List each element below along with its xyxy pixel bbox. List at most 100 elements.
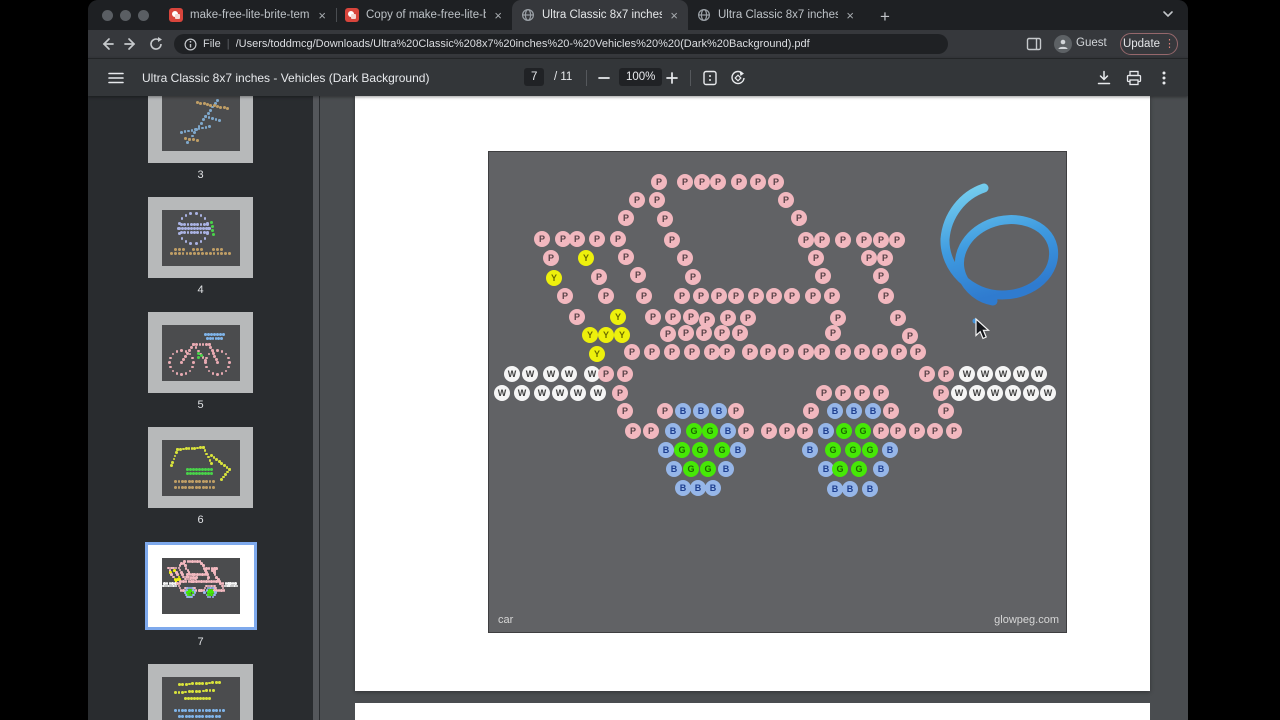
mini-peg-dot — [218, 119, 221, 122]
browser-menu-icon[interactable]: ⋮ — [1164, 40, 1175, 48]
mini-peg-dot — [220, 252, 223, 255]
url-bar[interactable]: File | /Users/toddmcg/Downloads/Ultra%20… — [174, 34, 948, 54]
mini-peg-dot — [212, 596, 215, 599]
mini-peg-dot — [195, 690, 198, 693]
guest-profile-label[interactable]: Guest — [1076, 37, 1107, 49]
print-icon[interactable] — [1122, 66, 1146, 90]
tab-ultra-classic-active[interactable]: Ultra Classic 8x7 inches - Vehi × — [512, 0, 688, 30]
mini-peg-dot — [201, 252, 204, 255]
mini-peg-dot — [212, 372, 215, 375]
tab-make-free-lite-brite-template[interactable]: make-free-lite-brite-template × — [160, 0, 336, 30]
peg-p: P — [569, 231, 585, 247]
pdf-document-title: Ultra Classic 8x7 inches - Vehicles (Dar… — [142, 71, 429, 85]
peg-p: P — [649, 192, 665, 208]
page-7-thumbnail-selected[interactable] — [145, 542, 257, 630]
reload-button[interactable] — [145, 33, 167, 55]
mini-peg-dot — [211, 225, 214, 228]
profile-avatar-icon[interactable] — [1054, 35, 1072, 53]
page-3-thumbnail[interactable] — [148, 96, 253, 163]
peg-p: P — [674, 288, 690, 304]
page-6-thumbnail[interactable] — [148, 427, 253, 508]
mini-peg-dot — [220, 478, 223, 481]
sidebar-scrollbar[interactable] — [313, 96, 319, 720]
peg-p: P — [760, 344, 776, 360]
menu-hamburger-icon[interactable] — [104, 66, 128, 90]
forward-button[interactable] — [120, 33, 142, 55]
mini-peg-dot — [195, 242, 198, 245]
mini-peg-dot — [215, 118, 218, 121]
peg-p: P — [645, 309, 661, 325]
peg-p: P — [664, 344, 680, 360]
window-close-button[interactable] — [102, 10, 113, 21]
file-scheme-label: File — [203, 38, 221, 50]
mini-peg-dot — [193, 252, 196, 255]
page-number-input[interactable]: 7 — [524, 68, 544, 86]
zoom-in-icon[interactable] — [660, 66, 684, 90]
peg-w: W — [977, 366, 993, 382]
mini-peg-dot — [184, 709, 187, 712]
tab-copy-of-make-free-lite-brite[interactable]: Copy of make-free-lite-brite-te × — [336, 0, 512, 30]
peg-w: W — [1040, 385, 1056, 401]
zoom-out-icon[interactable] — [592, 66, 616, 90]
tab-close-icon[interactable]: × — [317, 9, 327, 22]
window-zoom-button[interactable] — [138, 10, 149, 21]
peg-p: P — [728, 403, 744, 419]
tab-close-icon[interactable]: × — [669, 9, 679, 22]
mini-peg-dot — [198, 709, 201, 712]
mini-peg-dot — [228, 252, 231, 255]
side-panel-icon[interactable] — [1026, 36, 1042, 52]
mini-peg-dot — [178, 480, 181, 483]
mini-peg-dot — [178, 486, 181, 489]
mini-peg-dot — [188, 138, 191, 141]
zoom-level-value[interactable]: 100% — [619, 68, 662, 86]
peg-p: P — [815, 268, 831, 284]
more-options-icon[interactable] — [1152, 66, 1176, 90]
peg-p: P — [629, 192, 645, 208]
fit-to-page-icon[interactable] — [698, 66, 722, 90]
tab-close-icon[interactable]: × — [493, 9, 503, 22]
mini-peg-dot — [170, 252, 173, 255]
peg-p: P — [732, 325, 748, 341]
mini-peg-dot — [176, 350, 179, 353]
mini-peg-dot — [190, 596, 193, 599]
peg-b: B — [675, 403, 691, 419]
peg-p: P — [714, 325, 730, 341]
mini-peg-dot — [174, 709, 177, 712]
peg-w: W — [570, 385, 586, 401]
mini-peg-dot — [195, 346, 198, 349]
window-minimize-button[interactable] — [120, 10, 131, 21]
peg-p: P — [624, 344, 640, 360]
info-icon[interactable] — [184, 38, 197, 51]
rotate-icon[interactable] — [726, 66, 750, 90]
thumbnail-column: 3 4 5 6 7 — [88, 96, 313, 720]
page-4-thumbnail[interactable] — [148, 197, 253, 278]
peg-p: P — [835, 344, 851, 360]
mini-peg-dot — [185, 240, 188, 243]
tab-search-chevron-icon[interactable] — [1162, 8, 1174, 20]
back-button[interactable] — [96, 33, 118, 55]
tab-close-icon[interactable]: × — [845, 9, 855, 22]
peg-p: P — [825, 325, 841, 341]
mini-peg-dot — [192, 138, 195, 141]
peg-p: P — [902, 328, 918, 344]
peg-p: P — [938, 366, 954, 382]
peg-b: B — [802, 442, 818, 458]
mini-peg-dot — [208, 116, 211, 119]
thumbnail-sidebar: 3 4 5 6 7 — [88, 96, 320, 720]
new-tab-button[interactable]: + — [872, 4, 898, 30]
tab-ultra-classic-second[interactable]: Ultra Classic 8x7 inches - Veh × — [688, 0, 864, 30]
peg-p: P — [878, 288, 894, 304]
window-controls[interactable] — [102, 10, 149, 21]
mini-peg-dot — [225, 370, 228, 373]
page-8-thumbnail[interactable] — [148, 664, 253, 720]
peg-g: G — [825, 442, 841, 458]
download-icon[interactable] — [1092, 66, 1116, 90]
peg-p: P — [856, 232, 872, 248]
page-5-thumbnail[interactable] — [148, 312, 253, 393]
peg-p: P — [861, 250, 877, 266]
page-6-preview — [162, 440, 240, 496]
mini-peg-dot — [196, 223, 199, 226]
update-button[interactable]: Update ⋮ — [1120, 33, 1178, 55]
peg-p: P — [814, 344, 830, 360]
peg-p: P — [798, 344, 814, 360]
